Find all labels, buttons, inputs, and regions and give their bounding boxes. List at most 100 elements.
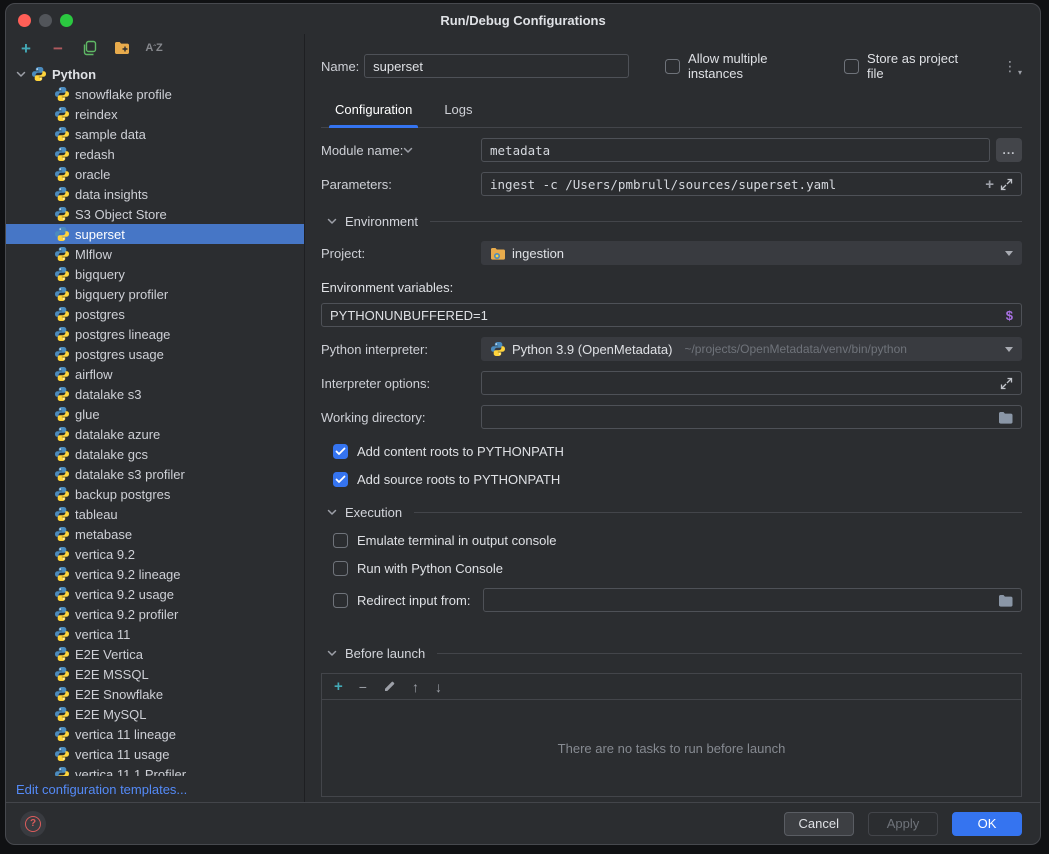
tree-item-label: bigquery profiler [75, 287, 168, 302]
allow-multiple-instances-checkbox[interactable]: Allow multiple instances [665, 51, 822, 81]
add-task-icon[interactable]: + [334, 679, 343, 694]
tab-configuration[interactable]: Configuration [333, 102, 414, 127]
tree-item-label: postgres usage [75, 347, 164, 362]
copy-configuration-icon[interactable] [80, 38, 100, 58]
add-configuration-icon[interactable]: + [16, 38, 36, 58]
expand-icon[interactable] [1000, 178, 1013, 191]
tree-item[interactable]: bigquery profiler [6, 284, 304, 304]
tree-item-label: data insights [75, 187, 148, 202]
tree-item[interactable]: airflow [6, 364, 304, 384]
python-interpreter-select[interactable]: Python 3.9 (OpenMetadata) ~/projects/Ope… [481, 337, 1022, 361]
tree-item[interactable]: bigquery [6, 264, 304, 284]
tree-item[interactable]: E2E MySQL [6, 704, 304, 724]
tree-item-partial[interactable]: vertica 11.1 Profiler [6, 764, 304, 776]
python-icon [54, 626, 70, 642]
redirect-input-checkbox[interactable] [333, 593, 348, 608]
interpreter-options-input[interactable] [481, 371, 1022, 395]
tree-item[interactable]: E2E MSSQL [6, 664, 304, 684]
tree-item[interactable]: vertica 9.2 usage [6, 584, 304, 604]
before-launch-tasks-box: + − ↑ ↓ There are no tasks to run before… [321, 673, 1022, 797]
new-folder-icon[interactable] [112, 38, 132, 58]
browse-module-button[interactable]: ... [996, 138, 1022, 162]
insert-variable-icon[interactable]: $ [1006, 308, 1013, 323]
help-button[interactable]: ? [20, 811, 46, 837]
tree-item[interactable]: postgres lineage [6, 324, 304, 344]
expand-icon[interactable] [1000, 377, 1013, 390]
tree-item[interactable]: vertica 9.2 lineage [6, 564, 304, 584]
tree-item-label: datalake azure [75, 427, 160, 442]
tree-item[interactable]: oracle [6, 164, 304, 184]
python-icon [54, 186, 70, 202]
add-macro-icon[interactable]: + [985, 176, 994, 193]
store-as-project-file-checkbox[interactable]: Store as project file [844, 51, 975, 81]
tree-item-label: superset [75, 227, 125, 242]
python-icon [54, 426, 70, 442]
tree-item[interactable]: reindex [6, 104, 304, 124]
tree-item[interactable]: superset [6, 224, 304, 244]
tree-item-label: metabase [75, 527, 132, 542]
working-directory-input[interactable] [481, 405, 1022, 429]
tree-item[interactable]: datalake gcs [6, 444, 304, 464]
cancel-button[interactable]: Cancel [784, 812, 854, 836]
remove-configuration-icon[interactable]: − [48, 38, 68, 58]
apply-button[interactable]: Apply [868, 812, 938, 836]
tree-item[interactable]: datalake s3 [6, 384, 304, 404]
parameters-input[interactable]: ingest -c /Users/pmbrull/sources/superse… [481, 172, 1022, 196]
python-icon [54, 226, 70, 242]
python-icon [54, 306, 70, 322]
tab-logs[interactable]: Logs [442, 102, 474, 127]
python-icon [54, 766, 70, 776]
project-folder-icon [490, 247, 506, 260]
tree-item[interactable]: Mlflow [6, 244, 304, 264]
tree-item-label: vertica 9.2 lineage [75, 567, 181, 582]
run-with-python-console-checkbox[interactable]: Run with Python Console [333, 560, 1022, 576]
tree-item-label: E2E MSSQL [75, 667, 149, 682]
tree-item[interactable]: data insights [6, 184, 304, 204]
tree-item[interactable]: vertica 11 lineage [6, 724, 304, 744]
tree-item[interactable]: postgres usage [6, 344, 304, 364]
module-name-input[interactable]: metadata [481, 138, 990, 162]
tree-item[interactable]: vertica 9.2 [6, 544, 304, 564]
edit-task-icon[interactable] [383, 680, 396, 693]
ok-button[interactable]: OK [952, 812, 1022, 836]
add-source-roots-checkbox[interactable]: Add source roots to PYTHONPATH [333, 471, 1022, 487]
before-launch-section-header[interactable]: Before launch [327, 646, 1022, 661]
environment-variables-input[interactable]: PYTHONUNBUFFERED=1 $ [321, 303, 1022, 327]
tree-item[interactable]: datalake azure [6, 424, 304, 444]
name-input[interactable] [364, 54, 629, 78]
tree-item-label: snowflake profile [75, 87, 172, 102]
tree-item[interactable]: E2E Snowflake [6, 684, 304, 704]
tree-item-label: E2E MySQL [75, 707, 147, 722]
redirect-input-file-input[interactable] [483, 588, 1022, 612]
tree-item[interactable]: redash [6, 144, 304, 164]
tree-item[interactable]: E2E Vertica [6, 644, 304, 664]
tree-item[interactable]: tableau [6, 504, 304, 524]
tree-item[interactable]: vertica 9.2 profiler [6, 604, 304, 624]
tree-group-python[interactable]: Python [6, 64, 304, 84]
edit-configuration-templates-link[interactable]: Edit configuration templates... [6, 776, 304, 802]
remove-task-icon[interactable]: − [359, 679, 367, 695]
execution-section-header[interactable]: Execution [327, 505, 1022, 520]
tree-item[interactable]: snowflake profile [6, 84, 304, 104]
sort-configurations-icon[interactable]: AˆZ [144, 38, 164, 58]
tree-item[interactable]: datalake s3 profiler [6, 464, 304, 484]
move-task-down-icon[interactable]: ↓ [435, 679, 442, 695]
add-content-roots-checkbox[interactable]: Add content roots to PYTHONPATH [333, 443, 1022, 459]
tree-item[interactable]: vertica 11 usage [6, 744, 304, 764]
tree-item[interactable]: glue [6, 404, 304, 424]
tree-item[interactable]: sample data [6, 124, 304, 144]
tree-item[interactable]: backup postgres [6, 484, 304, 504]
move-task-up-icon[interactable]: ↑ [412, 679, 419, 695]
project-select[interactable]: ingestion [481, 241, 1022, 265]
tree-item[interactable]: S3 Object Store [6, 204, 304, 224]
python-icon [54, 606, 70, 622]
environment-section-header[interactable]: Environment [327, 214, 1022, 229]
tree-item[interactable]: vertica 11 [6, 624, 304, 644]
tree-item[interactable]: postgres [6, 304, 304, 324]
module-name-label[interactable]: Module name: [321, 143, 403, 158]
emulate-terminal-checkbox[interactable]: Emulate terminal in output console [333, 532, 1022, 548]
configuration-panel: Name: Allow multiple instances Store as … [305, 34, 1040, 802]
tree-item[interactable]: metabase [6, 524, 304, 544]
more-options-icon[interactable]: ⋮▾ [1003, 58, 1022, 75]
env-vars-row: PYTHONUNBUFFERED=1 $ [321, 303, 1022, 327]
